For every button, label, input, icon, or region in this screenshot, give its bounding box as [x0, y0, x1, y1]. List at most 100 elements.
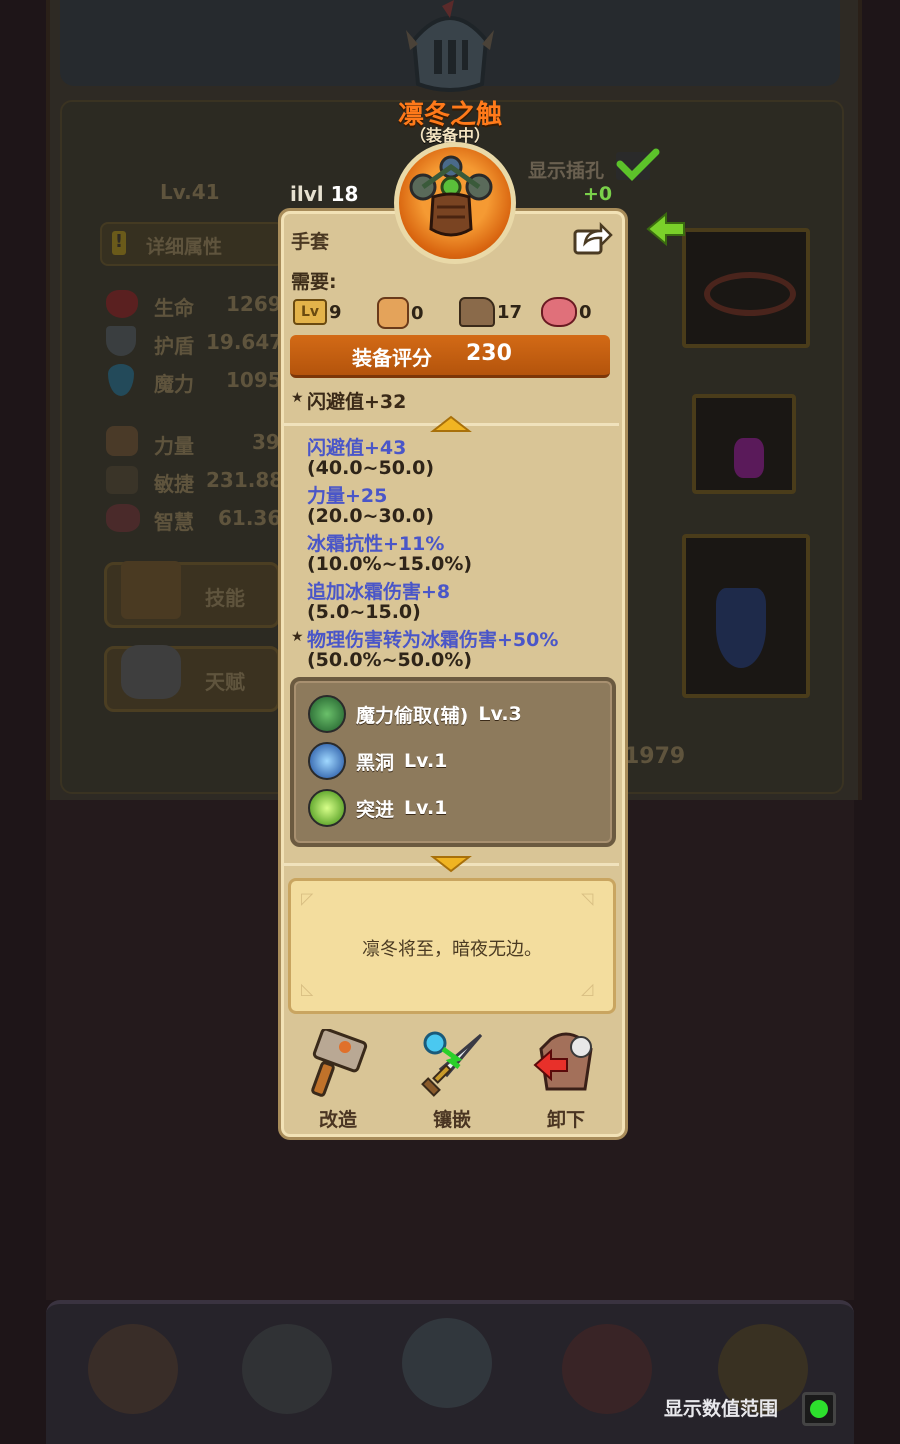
affix-3: 冰霜抗性+11% [307, 533, 445, 555]
talents-label: 天赋 [205, 670, 245, 694]
bottom-nav [46, 1300, 854, 1444]
stat-label: 魔力 [154, 372, 194, 396]
strength-fist-icon [377, 297, 409, 329]
corner-ornament-icon: ◺ [301, 979, 314, 998]
affix-5: 物理伤害转为冰霜伤害+50% [307, 629, 559, 651]
req-level: Lv 9 [293, 299, 342, 325]
gear-score-label: 装备评分 [352, 346, 432, 370]
chevron-up-icon[interactable] [429, 413, 473, 433]
ilvl-label: ilvl [290, 182, 324, 206]
item-slot: 手套 [291, 231, 330, 253]
affix-3-range: (10.0%~15.0%) [307, 553, 473, 575]
socket-button[interactable]: 镶嵌 [407, 1029, 497, 1132]
req-agility-value: 17 [497, 301, 523, 323]
reforge-button[interactable]: 改造 [293, 1027, 383, 1132]
stone-icon [121, 645, 181, 699]
stat-label: 敏捷 [154, 472, 194, 496]
req-agility: 17 [459, 297, 522, 327]
dash-icon [308, 789, 346, 827]
hammer-icon [311, 1027, 368, 1097]
skill-level: Lv.3 [478, 703, 522, 725]
stat-value: 1095 [226, 368, 282, 392]
crossed-swords-icon[interactable] [242, 1324, 332, 1414]
affix-4: 追加冰霜伤害+8 [307, 581, 451, 603]
corner-ornament-icon: ◹ [581, 889, 594, 908]
stat-value: 61.36 [218, 506, 282, 530]
star-icon: ★ [291, 390, 304, 406]
stat-value: 19.647 [206, 330, 284, 354]
equip-slot-amulet[interactable] [692, 394, 796, 494]
stat-label: 生命 [154, 296, 194, 320]
target-icon[interactable] [562, 1324, 652, 1414]
detail-attributes-button[interactable]: ! 详细属性 [100, 222, 284, 266]
detail-attributes-label: 详细属性 [146, 236, 223, 258]
stat-label: 护盾 [154, 334, 194, 358]
stat-value: 39 [252, 430, 280, 454]
quiver-icon [716, 588, 766, 668]
affix-5-range: (50.0%~50.0%) [307, 649, 473, 671]
potion-icon [734, 438, 764, 478]
share-icon[interactable] [573, 221, 613, 257]
unequip-label: 卸下 [546, 1109, 585, 1131]
heart-icon [106, 290, 138, 318]
skill-level: Lv.1 [404, 750, 448, 772]
affix-2: 力量+25 [307, 485, 388, 507]
show-value-range-toggle[interactable] [802, 1392, 836, 1426]
ilvl-value: 18 [330, 182, 359, 206]
campfire-icon[interactable] [88, 1324, 178, 1414]
stat-label: 力量 [154, 434, 194, 458]
strength-fist-icon [106, 426, 138, 456]
affix-1-range: (40.0~50.0) [307, 457, 435, 479]
skill-row[interactable]: 魔力偷取(辅) Lv.3 [308, 695, 522, 733]
equip-slot-quiver[interactable] [682, 534, 810, 698]
skill-name: 黑洞 [356, 751, 395, 774]
show-sockets-label: 显示插孔 [528, 160, 605, 182]
helmet-icon [406, 0, 494, 92]
helmet-nav-icon[interactable] [402, 1318, 492, 1408]
flavor-text: 凛冬将至，暗夜无边。 [362, 939, 542, 960]
exclamation-icon: ! [112, 231, 126, 255]
gauntlet-icon [409, 155, 493, 237]
unequip-button[interactable]: 卸下 [521, 1029, 611, 1132]
corner-ornament-icon: ◸ [301, 889, 314, 908]
skill-name: 突进 [356, 798, 395, 821]
level-icon: Lv [293, 299, 327, 325]
req-strength: 0 [377, 297, 424, 329]
requirements-label: 需要: [291, 271, 337, 293]
item-skills-box: 魔力偷取(辅) Lv.3 黑洞 Lv.1 突进 Lv.1 [290, 677, 616, 847]
skill-level: Lv.1 [404, 797, 448, 819]
checkmark-icon[interactable] [614, 148, 660, 182]
equip-slot-ring[interactable] [682, 228, 810, 348]
gear-score-bar: 装备评分 230 [290, 335, 610, 378]
chevron-down-icon[interactable] [429, 855, 473, 875]
mana-steal-icon [308, 695, 346, 733]
req-wisdom-value: 0 [579, 301, 592, 323]
show-value-range-label: 显示数值范围 [664, 1398, 779, 1420]
talents-button[interactable]: 天赋 [104, 645, 280, 712]
skill-row[interactable]: 黑洞 Lv.1 [308, 742, 447, 780]
item-level: ilvl 18 [290, 182, 358, 206]
req-wisdom: 0 [541, 297, 592, 327]
star-icon: ★ [291, 629, 304, 645]
affix-4-range: (5.0~15.0) [307, 601, 421, 623]
scroll-icon [121, 561, 181, 619]
base-stat: 闪避值+32 [307, 391, 407, 413]
item-icon-frame [394, 142, 516, 264]
green-arrow-icon [646, 212, 685, 246]
socket-bonus: +0 [583, 183, 613, 205]
gear-score-value: 230 [466, 341, 512, 366]
stat-value: 231.88 [206, 468, 284, 492]
corner-ornament-icon: ◿ [581, 979, 594, 998]
req-strength-value: 0 [411, 302, 424, 324]
wisdom-brain-icon [106, 504, 140, 532]
skill-name: 魔力偷取(辅) [356, 704, 469, 727]
flavor-text-panel: ◸ ◹ ◺ ◿ 凛冬将至，暗夜无边。 [288, 878, 616, 1014]
ring-icon [704, 272, 796, 316]
stat-label: 智慧 [154, 510, 194, 534]
skills-label: 技能 [205, 586, 245, 610]
skill-row[interactable]: 突进 Lv.1 [308, 789, 447, 827]
item-tooltip: 手套 需要: Lv 9 0 17 0 装备评分 230 ★ 闪避值+32 闪避值… [278, 208, 628, 1140]
skills-button[interactable]: 技能 [104, 561, 280, 628]
toggle-on-indicator [810, 1400, 828, 1418]
affix-2-range: (20.0~30.0) [307, 505, 435, 527]
